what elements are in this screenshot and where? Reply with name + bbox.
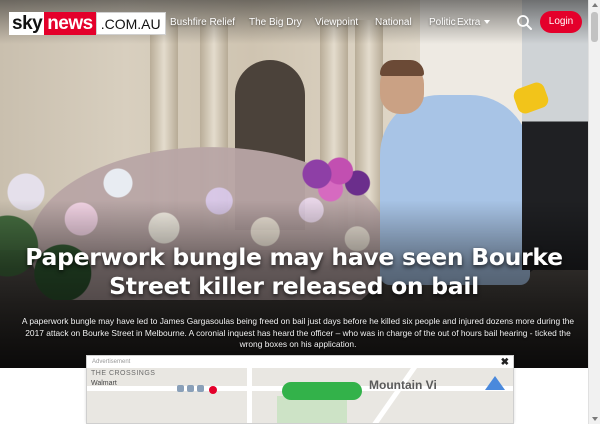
ad-map-image[interactable]: THE CROSSINGS Walmart Mountain Vi: [87, 368, 513, 423]
scroll-down-arrow-icon[interactable]: [592, 417, 598, 421]
map-poi-icons: [177, 385, 204, 392]
sky-news-logo[interactable]: sky news .COM.AU: [9, 12, 166, 35]
logo-domain: .COM.AU: [95, 12, 166, 35]
search-icon: [517, 15, 532, 30]
map-road: [247, 368, 252, 423]
logo-sky: sky: [9, 12, 45, 35]
map-label-mountain-view: Mountain Vi: [369, 378, 437, 392]
close-icon[interactable]: ✖: [501, 357, 509, 368]
hero-image: [0, 0, 588, 368]
map-road: [361, 368, 418, 423]
site-header: sky news .COM.AU Bushfire Relief The Big…: [0, 0, 588, 44]
nav-item-politics[interactable]: Politic: [429, 17, 456, 28]
scrollbar-thumb[interactable]: [591, 12, 598, 42]
search-button[interactable]: [515, 13, 535, 33]
nav-item-viewpoint[interactable]: Viewpoint: [315, 17, 358, 28]
chevron-down-icon: [484, 20, 491, 25]
ad-cta-button[interactable]: [282, 382, 362, 400]
nav-item-extra[interactable]: Extra: [457, 17, 491, 28]
article-headline[interactable]: Paperwork bungle may have seen Bourke St…: [16, 243, 572, 301]
nav-extra-label: Extra: [457, 17, 481, 28]
scroll-up-arrow-icon[interactable]: [592, 3, 598, 7]
article-summary: A paperwork bungle may have led to James…: [21, 316, 575, 349]
nav-item-the-big-dry[interactable]: The Big Dry: [249, 17, 302, 28]
map-pin-icon: [209, 386, 217, 394]
ad-label: Advertisement: [92, 359, 131, 365]
advertisement-banner[interactable]: THE CROSSINGS Walmart Mountain Vi Advert…: [86, 355, 514, 424]
login-button[interactable]: Login: [540, 11, 582, 33]
nav-item-bushfire-relief[interactable]: Bushfire Relief: [170, 17, 235, 28]
map-park: [277, 396, 347, 423]
map-label-walmart: Walmart: [91, 380, 117, 387]
navigation-arrow-icon: [485, 376, 505, 390]
page-scrollbar[interactable]: [588, 0, 600, 424]
man-hair: [380, 60, 424, 76]
nav-item-national[interactable]: National: [375, 17, 412, 28]
map-label-crossings: THE CROSSINGS: [91, 370, 156, 377]
logo-news: news: [44, 12, 96, 35]
